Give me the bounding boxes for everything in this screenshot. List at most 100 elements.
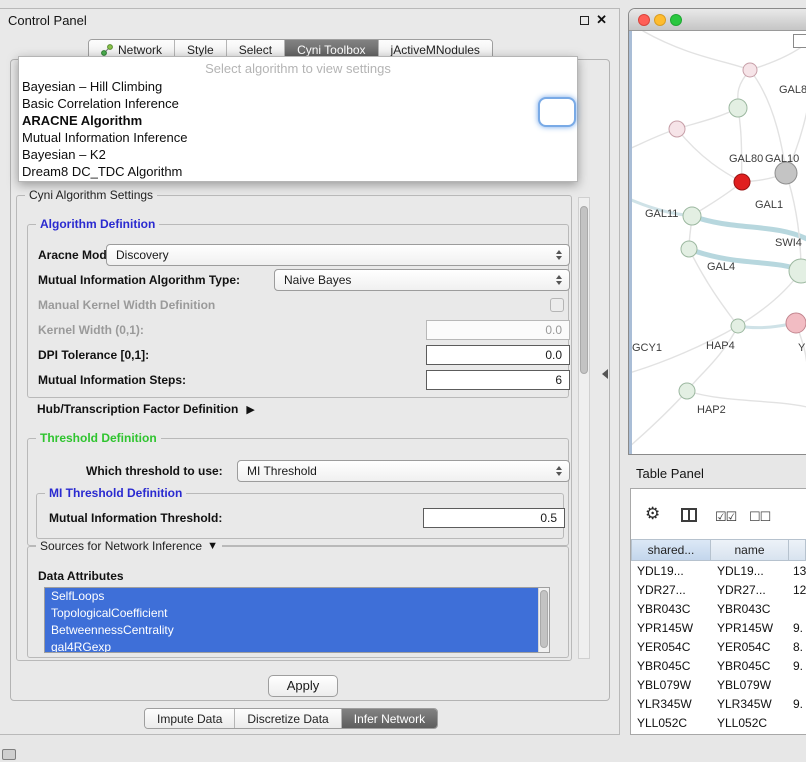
tab-label: Style bbox=[187, 43, 214, 57]
network-edge[interactable] bbox=[687, 326, 738, 391]
tab-label: Infer Network bbox=[354, 712, 425, 726]
network-window-titlebar[interactable] bbox=[629, 9, 806, 31]
aracne-mode-select[interactable]: Discovery bbox=[106, 244, 570, 266]
algorithm-option[interactable]: Dream8 DC_TDC Algorithm bbox=[19, 163, 577, 180]
mi-steps-label: Mutual Information Steps: bbox=[38, 373, 186, 387]
tab-label: Cyni Toolbox bbox=[297, 43, 365, 57]
column-header[interactable]: name bbox=[711, 539, 789, 561]
algorithm-option[interactable]: Bayesian – K2 bbox=[19, 146, 577, 163]
table-cell: YDL19... bbox=[711, 564, 789, 578]
sources-group: Sources for Network Inference ▼ Data Att… bbox=[27, 546, 569, 658]
column-header[interactable] bbox=[789, 539, 806, 561]
tab-label: Network bbox=[118, 43, 162, 57]
data-attributes-list[interactable]: SelfLoopsTopologicalCoefficientBetweenne… bbox=[44, 587, 550, 653]
network-edge[interactable] bbox=[677, 108, 738, 129]
hub-definition-expander[interactable]: Hub/Transcription Factor Definition ▶ bbox=[37, 402, 255, 416]
list-item[interactable]: gal4RGexp bbox=[45, 639, 549, 653]
table-cell: YBL079W bbox=[711, 678, 789, 692]
network-node[interactable] bbox=[775, 162, 797, 184]
network-node[interactable] bbox=[679, 383, 695, 399]
table-row[interactable]: YER054CYER054C8. bbox=[631, 637, 806, 656]
apply-button[interactable]: Apply bbox=[268, 675, 338, 697]
network-node[interactable] bbox=[683, 207, 701, 225]
table-row[interactable]: YBL079WYBL079W bbox=[631, 675, 806, 694]
network-canvas[interactable]: GAL8GAL80GAL10GAL11GAL1SWI4GAL4GCY1HAP4Y… bbox=[629, 31, 806, 455]
hub-definition-label: Hub/Transcription Factor Definition bbox=[37, 402, 238, 416]
algorithm-option[interactable]: Bayesian – Hill Climbing bbox=[19, 78, 577, 95]
table-body: YDL19...YDL19...13YDR27...YDR27...12YBR0… bbox=[631, 561, 806, 732]
column-header[interactable]: shared... bbox=[631, 539, 711, 561]
which-threshold-select[interactable]: MI Threshold bbox=[237, 460, 570, 482]
tab-impute-data[interactable]: Impute Data bbox=[145, 709, 234, 728]
network-edge[interactable] bbox=[738, 108, 742, 182]
node-label: Y bbox=[798, 342, 806, 354]
table-row[interactable]: YBR043CYBR043C bbox=[631, 599, 806, 618]
network-frame-accent bbox=[629, 31, 632, 455]
popup-placeholder: Select algorithm to view settings bbox=[19, 60, 577, 78]
mi-algorithm-type-label: Mutual Information Algorithm Type: bbox=[38, 273, 240, 287]
algorithm-option[interactable]: Basic Correlation Inference bbox=[19, 95, 577, 112]
network-node[interactable] bbox=[669, 121, 685, 137]
tab-discretize-data[interactable]: Discretize Data bbox=[234, 709, 340, 728]
float-window-icon[interactable] bbox=[580, 16, 589, 25]
tab-infer-network[interactable]: Infer Network bbox=[341, 709, 437, 728]
combo-arrows-icon bbox=[556, 466, 562, 476]
gear-icon[interactable]: ⚙ bbox=[645, 504, 660, 524]
list-scrollbar[interactable] bbox=[538, 588, 549, 652]
network-edge[interactable] bbox=[692, 216, 806, 239]
algorithm-option[interactable]: Mutual Information Inference bbox=[19, 129, 577, 146]
group-title: Cyni Algorithm Settings bbox=[25, 188, 157, 202]
close-icon[interactable]: ✕ bbox=[596, 12, 607, 28]
minimize-traffic-light-icon[interactable] bbox=[654, 14, 666, 26]
dpi-tolerance-field[interactable]: 0.0 bbox=[426, 345, 570, 365]
window-title: Control Panel bbox=[8, 13, 87, 28]
network-edge[interactable] bbox=[643, 31, 750, 70]
column-browser-icon[interactable] bbox=[681, 508, 697, 522]
table-cell: 8. bbox=[789, 640, 806, 654]
network-node[interactable] bbox=[731, 319, 745, 333]
close-traffic-light-icon[interactable] bbox=[638, 14, 650, 26]
network-node[interactable] bbox=[789, 259, 806, 283]
table-cell: YLR345W bbox=[631, 697, 711, 711]
select-all-icon[interactable]: ☑☑ bbox=[715, 509, 736, 525]
mi-threshold-field[interactable]: 0.5 bbox=[423, 508, 565, 528]
table-cell: YDR27... bbox=[711, 583, 789, 597]
network-node[interactable] bbox=[734, 174, 750, 190]
table-row[interactable]: YLR345WYLR345W9. bbox=[631, 694, 806, 713]
birdseye-toggle[interactable] bbox=[793, 34, 806, 48]
deselect-all-icon[interactable]: ☐☐ bbox=[749, 509, 770, 525]
splitter-collapse-icon[interactable] bbox=[602, 369, 608, 379]
algorithm-option[interactable]: ARACNE Algorithm bbox=[19, 112, 577, 129]
scrollbar-thumb[interactable] bbox=[580, 206, 588, 374]
algorithm-combobox-focus-ring[interactable] bbox=[538, 97, 576, 127]
network-edge[interactable] bbox=[629, 391, 687, 447]
list-item[interactable]: SelfLoops bbox=[45, 588, 549, 605]
node-label: SWI4 bbox=[775, 237, 802, 249]
docked-panel-icon[interactable] bbox=[2, 749, 16, 760]
network-node[interactable] bbox=[743, 63, 757, 77]
list-item[interactable]: TopologicalCoefficient bbox=[45, 605, 549, 622]
network-node[interactable] bbox=[729, 99, 747, 117]
settings-scrollbar[interactable] bbox=[578, 197, 590, 659]
table-row[interactable]: YBR045CYBR045C9. bbox=[631, 656, 806, 675]
sources-expander[interactable]: Sources for Network Inference ▼ bbox=[36, 539, 222, 553]
mi-algorithm-type-select[interactable]: Naive Bayes bbox=[274, 269, 570, 291]
network-view-window: GAL8GAL80GAL10GAL11GAL1SWI4GAL4GCY1HAP4Y… bbox=[628, 8, 806, 455]
chevron-right-icon: ▶ bbox=[246, 403, 254, 416]
table-cell: 12 bbox=[789, 583, 806, 597]
network-node[interactable] bbox=[786, 313, 806, 333]
table-row[interactable]: YLL052CYLL052C bbox=[631, 713, 806, 732]
mi-steps-field[interactable]: 6 bbox=[426, 370, 570, 390]
scrollbar-thumb[interactable] bbox=[540, 590, 548, 648]
network-edge[interactable] bbox=[786, 173, 801, 271]
table-cell: 9. bbox=[789, 697, 806, 711]
table-row[interactable]: YPR145WYPR145W9. bbox=[631, 618, 806, 637]
network-graph[interactable]: GAL8GAL80GAL10GAL11GAL1SWI4GAL4GCY1HAP4Y… bbox=[629, 31, 806, 455]
cyni-algorithm-settings-group: Cyni Algorithm Settings Algorithm Defini… bbox=[16, 195, 572, 661]
table-row[interactable]: YDL19...YDL19...13 bbox=[631, 561, 806, 580]
table-row[interactable]: YDR27...YDR27...12 bbox=[631, 580, 806, 599]
network-node[interactable] bbox=[681, 241, 697, 257]
network-edge[interactable] bbox=[689, 249, 801, 271]
list-item[interactable]: BetweennessCentrality bbox=[45, 622, 549, 639]
zoom-traffic-light-icon[interactable] bbox=[670, 14, 682, 26]
